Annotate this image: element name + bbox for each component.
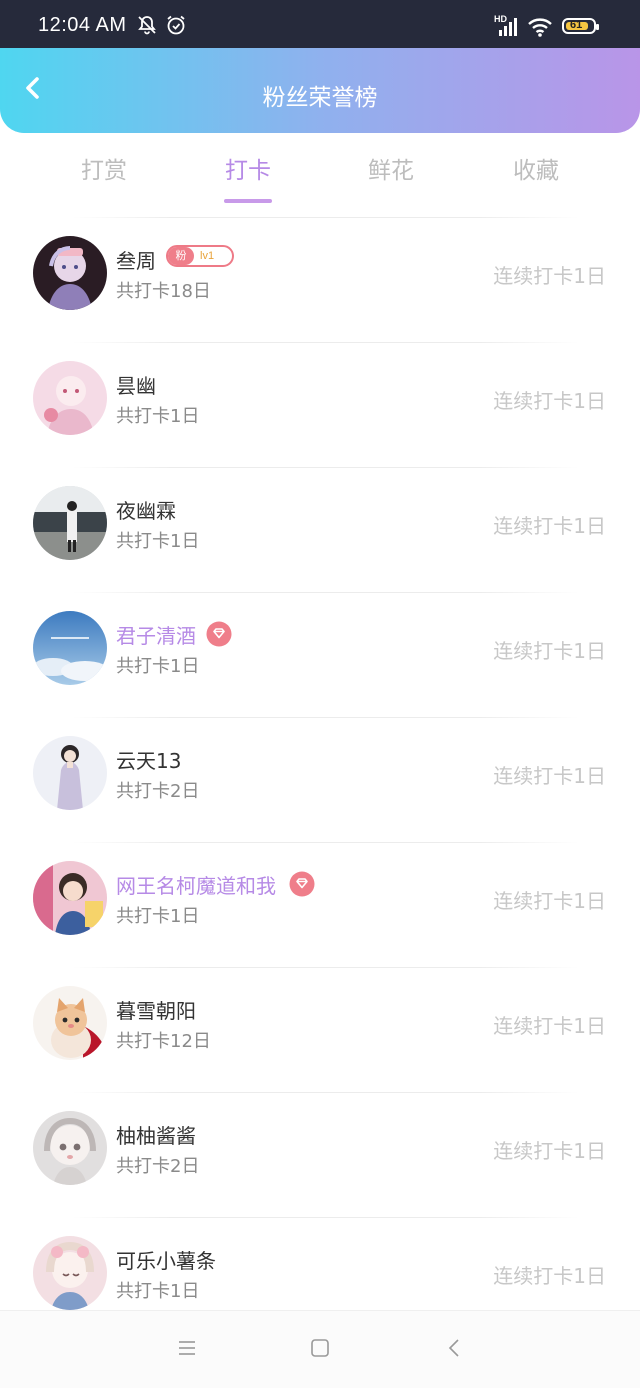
- divider: [72, 467, 580, 468]
- avatar[interactable]: [33, 611, 107, 685]
- total-checkins: 共打卡1日: [116, 1281, 200, 1302]
- avatar[interactable]: [33, 236, 107, 310]
- battery-icon: 61: [562, 18, 599, 34]
- fan-name: 君子清酒: [116, 624, 196, 648]
- streak-checkins: 连续打卡1日: [493, 514, 606, 538]
- active-tab-indicator: [224, 199, 272, 203]
- streak-checkins: 连续打卡1日: [493, 1264, 606, 1288]
- divider: [72, 217, 580, 218]
- total-checkins: 共打卡1日: [116, 406, 200, 427]
- page-title: 粉丝荣誉榜: [262, 85, 378, 111]
- home-square-icon[interactable]: [309, 1337, 331, 1363]
- network-label: HD: [494, 14, 507, 24]
- tab-label: 打卡: [225, 158, 271, 184]
- avatar[interactable]: [33, 1236, 107, 1310]
- tab-flowers[interactable]: 鲜花: [331, 151, 451, 185]
- fan-level-badge: 粉 lv1: [166, 245, 234, 267]
- streak-checkins: 连续打卡1日: [493, 1139, 606, 1163]
- total-checkins: 共打卡12日: [116, 1031, 211, 1052]
- back-triangle-icon[interactable]: [444, 1337, 466, 1363]
- list-item[interactable]: 昙幽 共打卡1日 连续打卡1日: [0, 342, 640, 467]
- fan-badge-label: 粉: [168, 247, 194, 265]
- avatar[interactable]: [33, 486, 107, 560]
- total-checkins: 共打卡2日: [116, 1156, 200, 1177]
- fan-name: 云天13: [116, 749, 182, 773]
- tab-label: 收藏: [513, 158, 559, 184]
- list-item[interactable]: 夜幽霖 共打卡1日 连续打卡1日: [0, 467, 640, 592]
- fan-name: 可乐小薯条: [116, 1249, 216, 1273]
- list-item[interactable]: 君子清酒 共打卡1日 连续打卡1日: [0, 592, 640, 717]
- battery-level: 61: [570, 19, 583, 31]
- tab-reward[interactable]: 打赏: [44, 151, 164, 185]
- list-item[interactable]: 网王名柯魔道和我 共打卡1日 连续打卡1日: [0, 842, 640, 967]
- fan-name: 网王名柯魔道和我: [116, 874, 276, 898]
- fan-name: 夜幽霖: [116, 499, 176, 523]
- tab-label: 打赏: [81, 158, 127, 184]
- system-nav-bar: [0, 1310, 640, 1388]
- streak-checkins: 连续打卡1日: [493, 1014, 606, 1038]
- avatar[interactable]: [33, 861, 107, 935]
- total-checkins: 共打卡1日: [116, 906, 200, 927]
- fan-name: 暮雪朝阳: [116, 999, 196, 1023]
- avatar[interactable]: [33, 986, 107, 1060]
- fan-badge-level: lv1: [200, 250, 215, 262]
- total-checkins: 共打卡1日: [116, 531, 200, 552]
- list-item[interactable]: 暮雪朝阳 共打卡12日 连续打卡1日: [0, 967, 640, 1092]
- streak-checkins: 连续打卡1日: [493, 264, 606, 288]
- menu-icon[interactable]: [176, 1337, 198, 1363]
- tab-label: 鲜花: [368, 158, 414, 184]
- total-checkins: 共打卡1日: [116, 656, 200, 677]
- streak-checkins: 连续打卡1日: [493, 764, 606, 788]
- divider: [72, 1092, 580, 1093]
- wifi-icon: [527, 16, 553, 42]
- diamond-icon: [289, 871, 315, 897]
- list-item[interactable]: 云天13 共打卡2日 连续打卡1日: [0, 717, 640, 842]
- tab-favorites[interactable]: 收藏: [476, 151, 596, 185]
- avatar[interactable]: [33, 1111, 107, 1185]
- fan-name: 柚柚酱酱: [116, 1124, 196, 1148]
- status-time: 12:04 AM: [38, 14, 127, 36]
- divider: [72, 1217, 580, 1218]
- total-checkins: 共打卡2日: [116, 781, 200, 802]
- avatar[interactable]: [33, 736, 107, 810]
- total-checkins: 共打卡18日: [116, 281, 211, 302]
- avatar[interactable]: [33, 361, 107, 435]
- status-bar: 12:04 AM HD 61: [0, 0, 640, 48]
- streak-checkins: 连续打卡1日: [493, 639, 606, 663]
- divider: [72, 967, 580, 968]
- fan-name: 叁周: [116, 249, 156, 273]
- list-item[interactable]: 柚柚酱酱 共打卡2日 连续打卡1日: [0, 1092, 640, 1217]
- divider: [72, 717, 580, 718]
- mute-notification-icon: [136, 14, 158, 40]
- diamond-icon: [206, 621, 232, 647]
- tab-bar: 打赏 打卡 鲜花 收藏: [0, 133, 640, 213]
- app-header: 粉丝荣誉榜: [0, 48, 640, 133]
- alarm-icon: [165, 14, 187, 40]
- divider: [72, 842, 580, 843]
- tab-checkin[interactable]: 打卡: [188, 151, 308, 203]
- divider: [72, 592, 580, 593]
- divider: [72, 342, 580, 343]
- streak-checkins: 连续打卡1日: [493, 889, 606, 913]
- fan-name: 昙幽: [116, 374, 156, 398]
- streak-checkins: 连续打卡1日: [493, 389, 606, 413]
- list-item[interactable]: 叁周 粉 lv1 共打卡18日 连续打卡1日: [0, 217, 640, 342]
